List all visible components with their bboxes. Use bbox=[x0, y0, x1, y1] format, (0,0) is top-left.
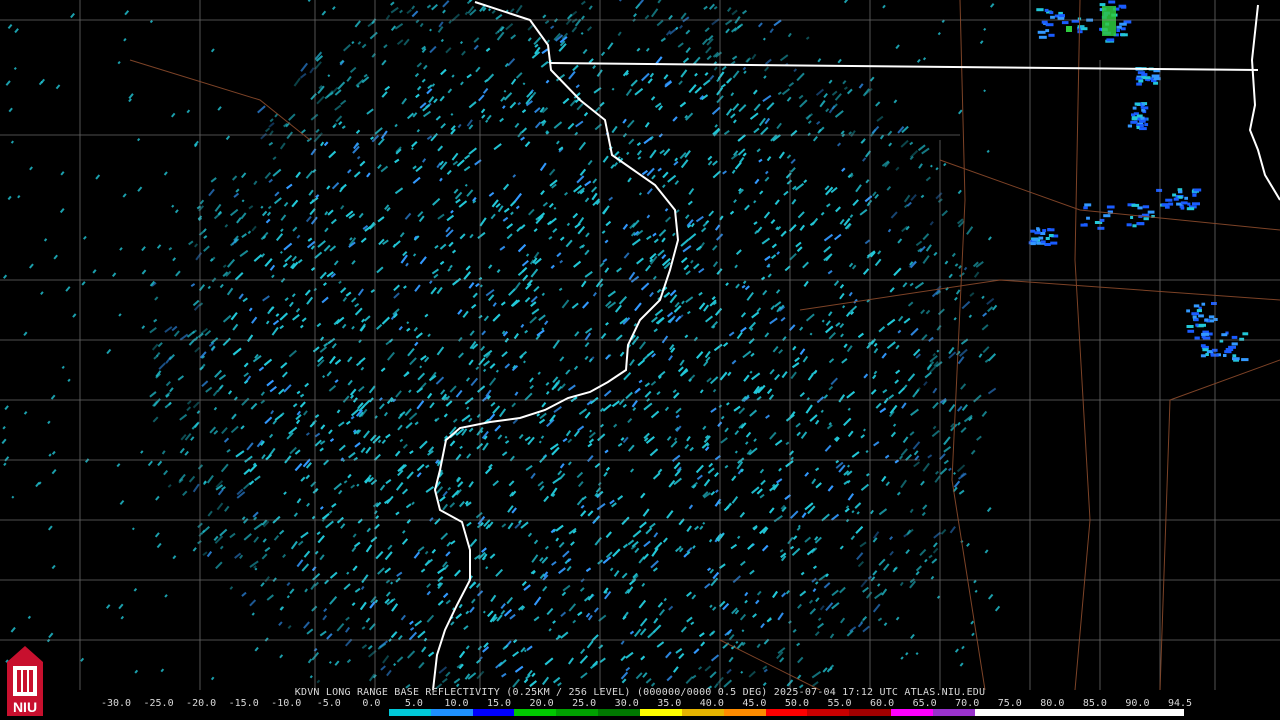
scale-label: 40.0 bbox=[699, 698, 724, 709]
radar-map bbox=[0, 0, 1280, 690]
scale-label: 65.0 bbox=[912, 698, 937, 709]
scale-label: 0.0 bbox=[362, 698, 381, 709]
scale-label: -25.0 bbox=[143, 698, 174, 709]
scale-label: 55.0 bbox=[827, 698, 852, 709]
storm-echo-layer bbox=[1028, 0, 1249, 362]
scale-swatch bbox=[681, 709, 724, 716]
scale-swatch bbox=[891, 709, 933, 716]
scale-swatch bbox=[556, 709, 599, 716]
scale-swatch bbox=[932, 709, 975, 716]
scale-label: 80.0 bbox=[1040, 698, 1065, 709]
scale-label: -10.0 bbox=[271, 698, 302, 709]
scale-swatch bbox=[263, 709, 306, 716]
scale-swatch bbox=[1142, 709, 1184, 716]
radar-site-marker bbox=[561, 358, 573, 370]
scale-label: 10.0 bbox=[444, 698, 469, 709]
product-caption: KDVN LONG RANGE BASE REFLECTIVITY (0.25K… bbox=[294, 687, 986, 698]
scale-swatch bbox=[807, 709, 850, 716]
scale-label: -30.0 bbox=[100, 698, 132, 709]
scale-label: 15.0 bbox=[486, 698, 512, 709]
scale-swatch bbox=[514, 709, 557, 716]
scale-label: -20.0 bbox=[186, 698, 217, 709]
scale-swatch bbox=[974, 709, 1017, 716]
scale-swatch bbox=[430, 709, 473, 716]
county-borders bbox=[0, 0, 1280, 690]
scale-label: -5.0 bbox=[316, 698, 341, 709]
scale-label: 60.0 bbox=[870, 698, 895, 709]
scale-swatch bbox=[472, 709, 515, 716]
scale-swatch bbox=[221, 709, 264, 716]
scale-swatch bbox=[639, 709, 682, 716]
scale-swatch bbox=[347, 709, 389, 716]
scale-label: 30.0 bbox=[614, 698, 639, 709]
scale-label: 45.0 bbox=[742, 698, 767, 709]
scale-swatch bbox=[723, 709, 766, 716]
scale-swatch bbox=[849, 709, 892, 716]
scale-swatch bbox=[179, 709, 222, 716]
scale-swatch bbox=[388, 709, 431, 716]
scale-label: -15.0 bbox=[228, 698, 259, 709]
scale-label: 70.0 bbox=[955, 698, 980, 709]
scale-label: 75.0 bbox=[997, 698, 1022, 709]
color-scale-bar bbox=[96, 709, 1184, 716]
scale-swatch bbox=[96, 709, 138, 716]
scale-label: 50.0 bbox=[784, 698, 809, 709]
scale-swatch bbox=[765, 709, 808, 716]
scale-swatch bbox=[1058, 709, 1101, 716]
scale-label: 5.0 bbox=[404, 698, 423, 709]
scale-swatch bbox=[137, 709, 180, 716]
scale-swatch bbox=[305, 709, 348, 716]
scale-label: 94.5 bbox=[1167, 698, 1193, 709]
scale-label: 25.0 bbox=[572, 698, 597, 709]
radar-echo-layer bbox=[1, 0, 1001, 690]
scale-label: 85.0 bbox=[1082, 698, 1107, 709]
radar-map-view: NIU KDVN LONG RANGE BASE REFLECTIVITY (0… bbox=[0, 0, 1280, 720]
scale-label: 90.0 bbox=[1125, 698, 1150, 709]
scale-swatch bbox=[598, 709, 640, 716]
state-borders bbox=[432, 1, 1280, 690]
scale-label: 20.0 bbox=[529, 698, 554, 709]
scale-label: 35.0 bbox=[657, 698, 682, 709]
scale-swatch bbox=[1016, 709, 1059, 716]
scale-swatch bbox=[1100, 709, 1143, 716]
